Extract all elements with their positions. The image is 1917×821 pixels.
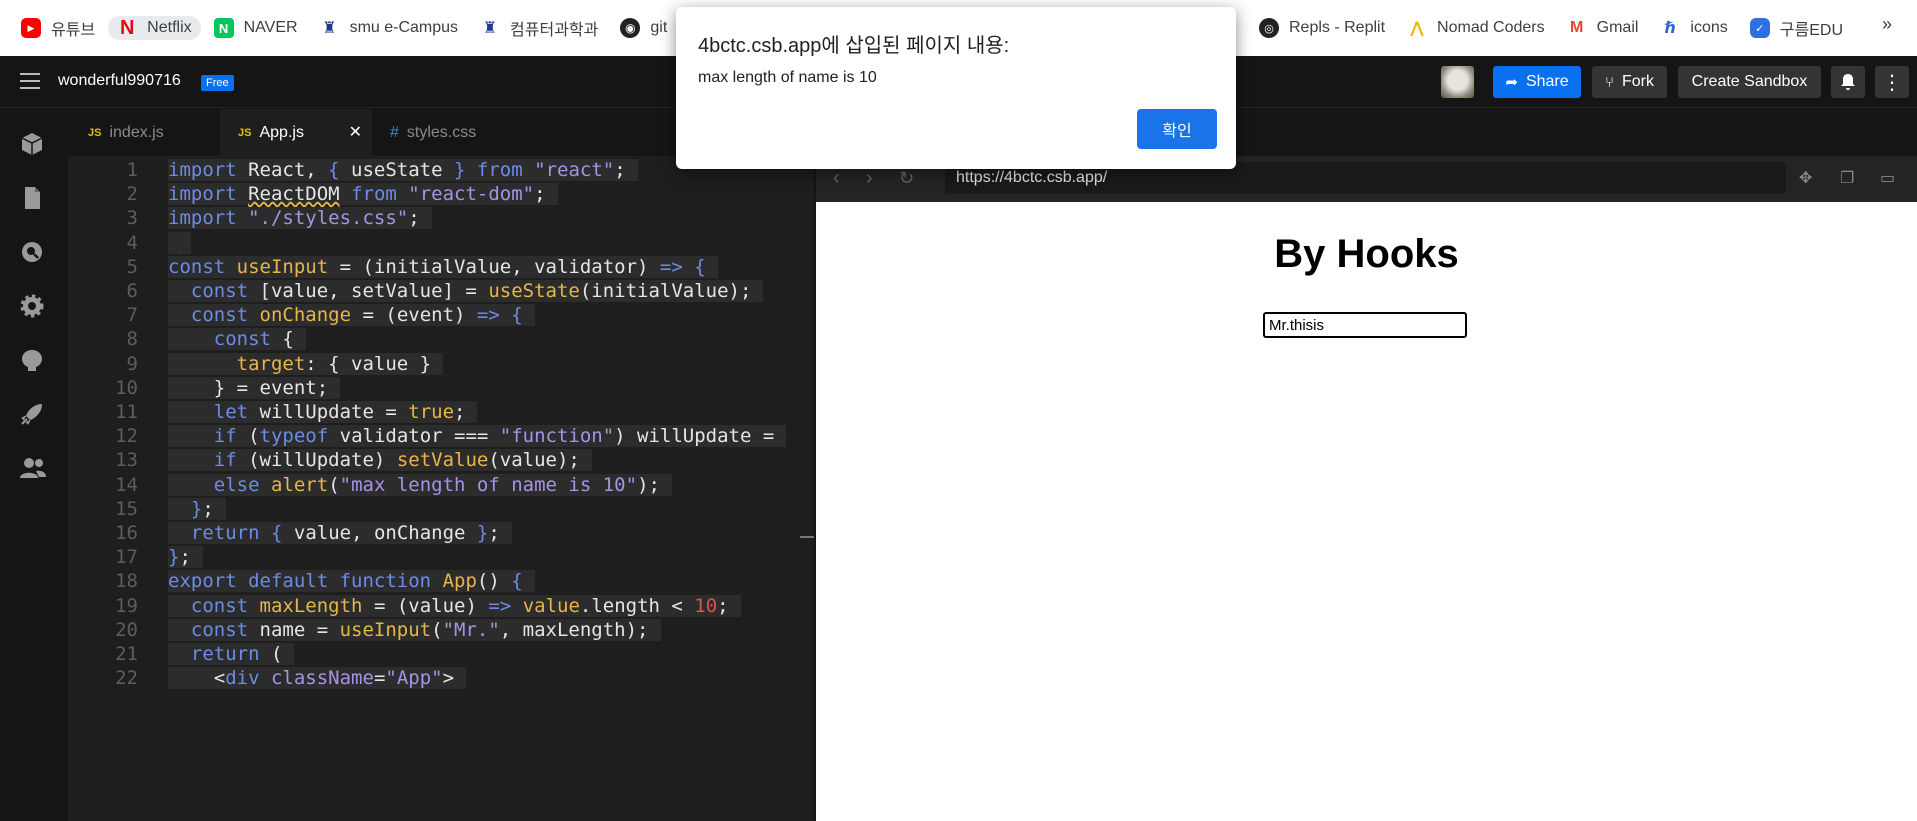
tab-app-js[interactable]: JS App.js ✕ bbox=[220, 109, 372, 156]
alert-dialog: 4bctc.csb.app에 삽입된 페이지 내용: max length of… bbox=[676, 7, 1236, 169]
avatar[interactable] bbox=[1441, 66, 1474, 98]
close-icon[interactable]: ✕ bbox=[349, 122, 362, 142]
bookmark-youtube[interactable]: ▶ 유튜브 bbox=[12, 16, 104, 40]
bookmark-label: Gmail bbox=[1596, 19, 1639, 36]
github-icon: ◉ bbox=[620, 18, 641, 38]
nomad-icon: ⋀ bbox=[1410, 20, 1424, 37]
bookmark-git[interactable]: ◉ git bbox=[611, 16, 676, 40]
tab-label: index.js bbox=[109, 123, 164, 141]
bookmark-label: Repls - Replit bbox=[1289, 19, 1386, 36]
code-line: else alert("max length of name is 10"); bbox=[168, 471, 672, 500]
bookmark-label: smu e-Campus bbox=[349, 19, 459, 36]
bookmarks-right: ◎ Repls - Replit ⋀ Nomad Coders M Gmail … bbox=[1250, 16, 1856, 40]
code-line: <div className="App"> bbox=[168, 664, 467, 693]
bookmark-smu-ecampus[interactable]: ♜ smu e-Campus bbox=[311, 16, 467, 40]
tab-label: App.js bbox=[259, 123, 304, 141]
line-number-gutter: 1 2 3 4 5 6 7 8 9 10 11 12 13 14 15 16 17 18 19 20 21 22 bbox=[68, 156, 138, 821]
open-new-window-icon[interactable]: ❐ bbox=[1840, 168, 1862, 190]
back-icon[interactable]: ‹ bbox=[833, 167, 840, 190]
activity-bar bbox=[0, 109, 58, 821]
confirm-button[interactable]: 확인 bbox=[1137, 109, 1217, 149]
bookmark-label: 유튜브 bbox=[51, 22, 96, 39]
team-icon[interactable] bbox=[19, 455, 46, 481]
bookmark-cs-dept[interactable]: ♜ 컴퓨터과학과 bbox=[471, 16, 607, 40]
code-area[interactable]: import React, { useState } from "react";… bbox=[168, 156, 816, 821]
netflix-icon: N bbox=[119, 16, 135, 39]
line-number: 22 bbox=[115, 667, 138, 690]
bookmark-label: Nomad Coders bbox=[1437, 19, 1545, 36]
more-options-icon[interactable]: ⋮ bbox=[1875, 66, 1909, 98]
search-icon[interactable] bbox=[19, 239, 45, 265]
dialog-message: max length of name is 10 bbox=[698, 69, 877, 86]
plan-badge: Free bbox=[201, 75, 234, 91]
youtube-icon: ▶ bbox=[21, 18, 41, 38]
create-sandbox-button[interactable]: Create Sandbox bbox=[1678, 66, 1821, 98]
naver-icon: N bbox=[213, 18, 234, 38]
github-icon[interactable] bbox=[19, 347, 45, 373]
move-icon[interactable]: ✥ bbox=[1799, 168, 1821, 190]
tab-index-js[interactable]: JS index.js bbox=[68, 109, 220, 156]
gear-icon[interactable] bbox=[19, 293, 45, 319]
css-file-icon: # bbox=[390, 123, 399, 141]
bookmark-label: git bbox=[650, 19, 668, 36]
bookmark-label: NAVER bbox=[243, 19, 298, 36]
dialog-title: 4bctc.csb.app에 삽입된 페이지 내용: bbox=[698, 35, 1010, 57]
bookmark-icons[interactable]: ℏ icons bbox=[1651, 16, 1736, 40]
code-line: import "./styles.css"; bbox=[168, 204, 432, 233]
bookmark-goorm-edu[interactable]: ✓ 구름EDU bbox=[1741, 16, 1852, 40]
share-label: Share bbox=[1525, 73, 1569, 90]
smu-icon: ♜ bbox=[322, 20, 337, 37]
smu-icon: ♜ bbox=[482, 20, 498, 37]
bell-icon[interactable] bbox=[1831, 66, 1865, 98]
bookmark-label: 컴퓨터과학과 bbox=[510, 22, 599, 39]
bookmark-netflix[interactable]: N Netflix bbox=[108, 16, 201, 40]
fork-icon: ⑂ bbox=[1604, 73, 1614, 91]
icons-icon: ℏ bbox=[1664, 20, 1677, 37]
file-icon[interactable] bbox=[19, 185, 45, 211]
bookmark-label: 구름EDU bbox=[1779, 22, 1844, 39]
bookmark-label: Netflix bbox=[147, 19, 192, 36]
refresh-icon[interactable]: ↻ bbox=[899, 168, 914, 189]
cube-icon[interactable] bbox=[19, 131, 45, 157]
bookmark-naver[interactable]: N NAVER bbox=[205, 16, 307, 40]
rocket-icon[interactable] bbox=[19, 401, 45, 427]
layout-icon[interactable]: ▭ bbox=[1880, 168, 1902, 190]
bookmark-replit[interactable]: ◎ Repls - Replit bbox=[1250, 16, 1394, 40]
bookmark-gmail[interactable]: M Gmail bbox=[1558, 16, 1648, 40]
replit-icon: ◎ bbox=[1259, 18, 1279, 38]
forward-icon[interactable]: › bbox=[866, 167, 873, 190]
bookmark-label: icons bbox=[1690, 19, 1728, 36]
fork-label: Fork bbox=[1622, 73, 1654, 90]
tab-styles-css[interactable]: # styles.css bbox=[372, 109, 524, 156]
fork-button[interactable]: ⑂ Fork bbox=[1592, 66, 1667, 98]
js-file-icon: JS bbox=[88, 126, 102, 139]
code-line: return { value, onChange }; bbox=[168, 519, 512, 548]
share-button[interactable]: ➦ Share bbox=[1493, 66, 1581, 98]
bookmarks-overflow-button[interactable]: » bbox=[1882, 14, 1892, 35]
preview-frame: By Hooks bbox=[816, 202, 1917, 821]
gmail-icon: M bbox=[1569, 19, 1584, 36]
page-title: By Hooks bbox=[1274, 232, 1459, 276]
menu-icon[interactable] bbox=[20, 73, 40, 89]
tab-label: styles.css bbox=[406, 123, 477, 141]
bookmark-nomad-coders[interactable]: ⋀ Nomad Coders bbox=[1398, 16, 1554, 40]
name-input[interactable] bbox=[1263, 312, 1467, 338]
js-file-icon: JS bbox=[238, 126, 252, 139]
sandbox-name[interactable]: wonderful990716 bbox=[58, 72, 181, 90]
code-editor[interactable]: 1 2 3 4 5 6 7 8 9 10 11 12 13 14 15 16 17 18 19 20 21 22 impo… bbox=[68, 156, 816, 821]
share-arrow-icon: ➦ bbox=[1505, 74, 1518, 91]
goorm-icon: ✓ bbox=[1749, 18, 1770, 38]
